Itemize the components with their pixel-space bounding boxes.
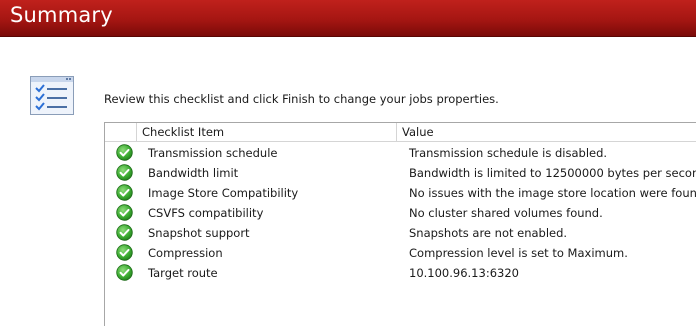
green-check-icon bbox=[116, 164, 133, 181]
checklist-item-value: No cluster shared volumes found. bbox=[409, 206, 603, 220]
green-check-icon bbox=[116, 204, 133, 221]
green-check-icon bbox=[116, 144, 133, 161]
column-header-item[interactable]: Checklist Item bbox=[142, 125, 224, 139]
checklist-item-label: Snapshot support bbox=[148, 226, 250, 240]
page-title: Summary bbox=[10, 3, 113, 27]
page-header: Summary bbox=[0, 0, 696, 37]
green-check-icon bbox=[116, 244, 133, 261]
checklist-item-label: Compression bbox=[148, 246, 223, 260]
table-row[interactable]: Transmission schedule Transmission schedu… bbox=[105, 143, 696, 163]
checklist-item-value: 10.100.96.13:6320 bbox=[409, 266, 519, 280]
intro-text: Review this checklist and click Finish t… bbox=[104, 92, 499, 106]
checklist-item-value: Transmission schedule is disabled. bbox=[409, 146, 608, 160]
column-separator[interactable] bbox=[136, 123, 137, 142]
column-separator[interactable] bbox=[396, 123, 397, 142]
table-row[interactable]: Compression Compression level is set to M… bbox=[105, 243, 696, 263]
checklist-item-value: Compression level is set to Maximum. bbox=[409, 246, 628, 260]
checklist-grid: Checklist Item Value Transmission schedu… bbox=[104, 122, 696, 326]
table-row[interactable]: Image Store Compatibility No issues with … bbox=[105, 183, 696, 203]
checklist-item-value: No issues with the image store location … bbox=[409, 186, 696, 200]
checklist-item-value: Bandwidth is limited to 12500000 bytes p… bbox=[409, 166, 696, 180]
green-check-icon bbox=[116, 184, 133, 201]
table-row[interactable]: Snapshot support Snapshots are not enable… bbox=[105, 223, 696, 243]
checklist-item-label: Target route bbox=[148, 266, 218, 280]
checklist-item-value: Snapshots are not enabled. bbox=[409, 226, 568, 240]
checklist-item-label: Transmission schedule bbox=[148, 146, 278, 160]
checklist-item-label: Bandwidth limit bbox=[148, 166, 239, 180]
table-row[interactable]: Target route 10.100.96.13:6320 bbox=[105, 263, 696, 283]
table-row[interactable]: Bandwidth limit Bandwidth is limited to 1… bbox=[105, 163, 696, 183]
table-row[interactable]: CSVFS compatibility No cluster shared vol… bbox=[105, 203, 696, 223]
checklist-item-label: Image Store Compatibility bbox=[148, 186, 299, 200]
green-check-icon bbox=[116, 264, 133, 281]
grid-header: Checklist Item Value bbox=[105, 123, 696, 142]
checklist-icon bbox=[30, 76, 75, 116]
column-header-value[interactable]: Value bbox=[402, 125, 434, 139]
green-check-icon bbox=[116, 224, 133, 241]
checklist-item-label: CSVFS compatibility bbox=[148, 206, 264, 220]
